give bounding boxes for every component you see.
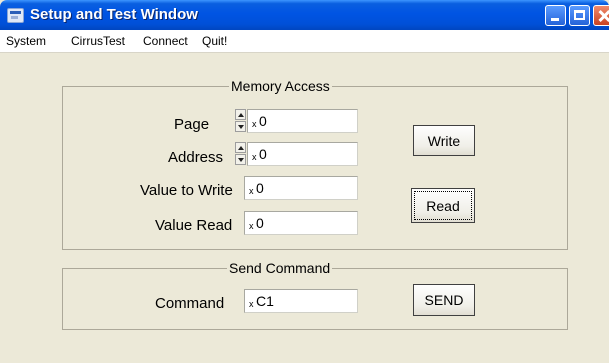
send-button[interactable]: SEND bbox=[413, 284, 475, 316]
page-input-value: 0 bbox=[259, 113, 267, 129]
page-spinner[interactable] bbox=[235, 109, 246, 133]
menu-connect[interactable]: Connect bbox=[143, 34, 188, 48]
command-input-value: C1 bbox=[256, 293, 274, 309]
send-command-group: Send Command Command x C1 SEND bbox=[62, 260, 568, 330]
value-to-write-label: Value to Write bbox=[140, 182, 233, 199]
menu-system[interactable]: System bbox=[6, 34, 46, 48]
menu-bar: System CirrusTest Connect Quit! bbox=[0, 30, 609, 53]
address-input-prefix: x bbox=[252, 152, 257, 162]
value-read-input[interactable]: x 0 bbox=[244, 211, 358, 235]
command-input[interactable]: x C1 bbox=[244, 289, 358, 313]
menu-cirrustest[interactable]: CirrusTest bbox=[71, 34, 125, 48]
page-input-prefix: x bbox=[252, 119, 257, 129]
address-label: Address bbox=[168, 149, 224, 166]
minimize-button[interactable] bbox=[545, 5, 566, 26]
window-title: Setup and Test Window bbox=[30, 6, 198, 23]
close-button[interactable] bbox=[593, 5, 609, 26]
address-spin-up-button[interactable] bbox=[235, 142, 246, 153]
value-read-input-value: 0 bbox=[256, 215, 264, 231]
address-input-value: 0 bbox=[259, 146, 267, 162]
command-label: Command bbox=[155, 295, 225, 312]
send-button-label: SEND bbox=[424, 292, 464, 308]
page-spin-down-button[interactable] bbox=[235, 121, 246, 132]
page-label: Page bbox=[174, 116, 210, 133]
address-spin-down-button[interactable] bbox=[235, 154, 246, 165]
write-button[interactable]: Write bbox=[413, 125, 475, 156]
address-spinner[interactable] bbox=[235, 142, 246, 166]
page-spin-up-button[interactable] bbox=[235, 109, 246, 120]
title-bar[interactable]: Setup and Test Window bbox=[0, 0, 609, 30]
send-command-legend: Send Command bbox=[227, 260, 333, 276]
memory-access-legend: Memory Access bbox=[229, 78, 332, 94]
value-read-input-prefix: x bbox=[249, 221, 254, 231]
command-input-prefix: x bbox=[249, 299, 254, 309]
page-input[interactable]: x 0 bbox=[247, 109, 358, 133]
setup-test-window: Setup and Test Window System CirrusTest … bbox=[0, 0, 609, 363]
value-to-write-input-value: 0 bbox=[256, 180, 264, 196]
value-to-write-input[interactable]: x 0 bbox=[244, 176, 358, 200]
value-read-label: Value Read bbox=[155, 217, 233, 234]
maximize-button[interactable] bbox=[569, 5, 590, 26]
address-input[interactable]: x 0 bbox=[247, 142, 358, 166]
menu-quit[interactable]: Quit! bbox=[202, 34, 227, 48]
value-to-write-input-prefix: x bbox=[249, 186, 254, 196]
write-button-label: Write bbox=[427, 132, 461, 149]
read-button[interactable]: Read bbox=[411, 188, 475, 223]
app-icon bbox=[7, 8, 24, 23]
memory-access-group: Memory Access Page x 0 Address x 0 Value… bbox=[62, 78, 568, 250]
read-button-label: Read bbox=[414, 191, 472, 220]
